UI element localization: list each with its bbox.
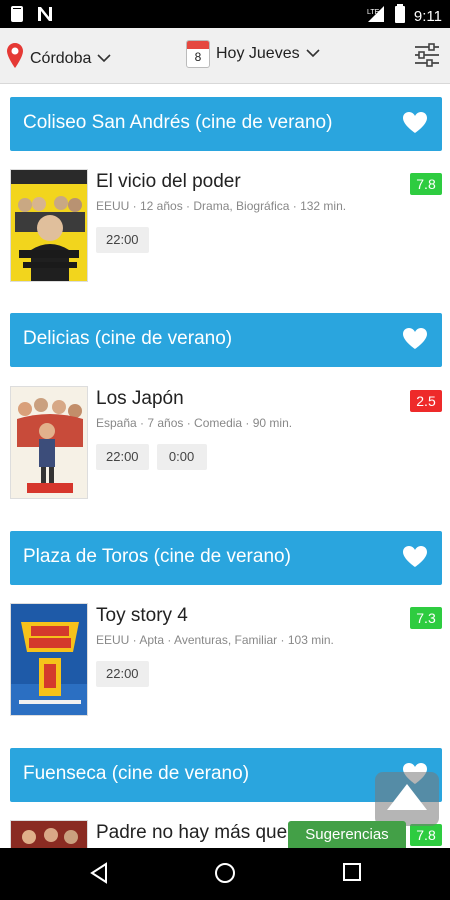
showtime-button[interactable]: 22:00 bbox=[96, 227, 149, 253]
status-time: 9:11 bbox=[413, 7, 442, 25]
heart-icon[interactable] bbox=[402, 327, 428, 356]
movie-poster[interactable] bbox=[10, 169, 88, 282]
movie-poster[interactable] bbox=[10, 386, 88, 499]
battery-icon bbox=[394, 4, 406, 28]
rating-badge: 7.3 bbox=[410, 607, 442, 629]
filter-button[interactable] bbox=[414, 42, 440, 73]
chevron-down-icon bbox=[306, 45, 320, 63]
location-selector[interactable]: Córdoba bbox=[6, 42, 111, 75]
chevron-down-icon bbox=[97, 50, 111, 68]
system-nav-bar bbox=[0, 848, 450, 900]
rating-badge: 7.8 bbox=[410, 173, 442, 195]
suggestions-button[interactable]: Sugerencias bbox=[288, 821, 406, 848]
back-icon[interactable] bbox=[88, 862, 110, 889]
movie-title: Los Japón bbox=[96, 388, 184, 409]
cinema-header[interactable]: Delicias (cine de verano) bbox=[10, 313, 442, 367]
movie-title: El vicio del poder bbox=[96, 171, 241, 192]
date-selector[interactable]: 8 Hoy Jueves bbox=[186, 40, 320, 68]
top-bar: Córdoba 8 Hoy Jueves bbox=[0, 28, 450, 84]
showtime-button[interactable]: 22:00 bbox=[96, 661, 149, 687]
movie-poster[interactable] bbox=[10, 820, 88, 848]
movie-meta: España · 7 años · Comedia · 90 min. bbox=[96, 416, 293, 430]
recents-icon[interactable] bbox=[342, 862, 362, 887]
movie-meta: EEUU · Apta · Aventuras, Familiar · 103 … bbox=[96, 633, 334, 647]
notification-icon bbox=[10, 5, 24, 28]
date-label: Hoy Jueves bbox=[216, 45, 300, 62]
cinema-header[interactable]: Plaza de Toros (cine de verano) bbox=[10, 531, 442, 585]
cinema-name: Delicias (cine de verano) bbox=[23, 328, 233, 349]
movie-poster[interactable] bbox=[10, 603, 88, 716]
cinema-header[interactable]: Coliseo San Andrés (cine de verano) bbox=[10, 97, 442, 151]
movie-item[interactable]: Toy story 4 EEUU · Apta · Aventuras, Fam… bbox=[10, 603, 442, 723]
showtimes: 22:00 0:00 bbox=[96, 444, 207, 470]
showtimes: 22:00 bbox=[96, 227, 149, 253]
calendar-day: 8 bbox=[194, 50, 202, 64]
heart-icon[interactable] bbox=[402, 545, 428, 574]
signal-icon: LTE bbox=[366, 5, 386, 27]
n-app-icon bbox=[36, 5, 54, 28]
showtime-button[interactable]: 22:00 bbox=[96, 444, 149, 470]
cinema-name: Coliseo San Andrés (cine de verano) bbox=[23, 112, 333, 133]
showtime-button[interactable]: 0:00 bbox=[156, 444, 207, 470]
home-icon[interactable] bbox=[214, 862, 236, 889]
movie-item[interactable]: Los Japón España · 7 años · Comedia · 90… bbox=[10, 386, 442, 506]
location-label: Córdoba bbox=[30, 49, 92, 67]
heart-icon[interactable] bbox=[402, 111, 428, 140]
svg-text:LTE: LTE bbox=[367, 9, 380, 16]
movie-item[interactable]: El vicio del poder EEUU · 12 años · Dram… bbox=[10, 169, 442, 289]
cinema-list[interactable]: Coliseo San Andrés (cine de verano) El v… bbox=[0, 84, 450, 848]
rating-badge: 2.5 bbox=[410, 390, 442, 412]
showtimes: 22:00 bbox=[96, 661, 149, 687]
cinema-name: Plaza de Toros (cine de verano) bbox=[23, 546, 291, 567]
location-pin-icon bbox=[6, 42, 24, 75]
filter-sliders-icon bbox=[414, 43, 440, 72]
scroll-top-button[interactable] bbox=[375, 772, 439, 826]
cinema-name: Fuenseca (cine de verano) bbox=[23, 763, 250, 784]
status-bar: LTE 9:11 bbox=[0, 0, 450, 28]
movie-meta: EEUU · 12 años · Drama, Biográfica · 132… bbox=[96, 199, 347, 213]
movie-title: Toy story 4 bbox=[96, 605, 188, 626]
calendar-icon: 8 bbox=[186, 40, 210, 68]
